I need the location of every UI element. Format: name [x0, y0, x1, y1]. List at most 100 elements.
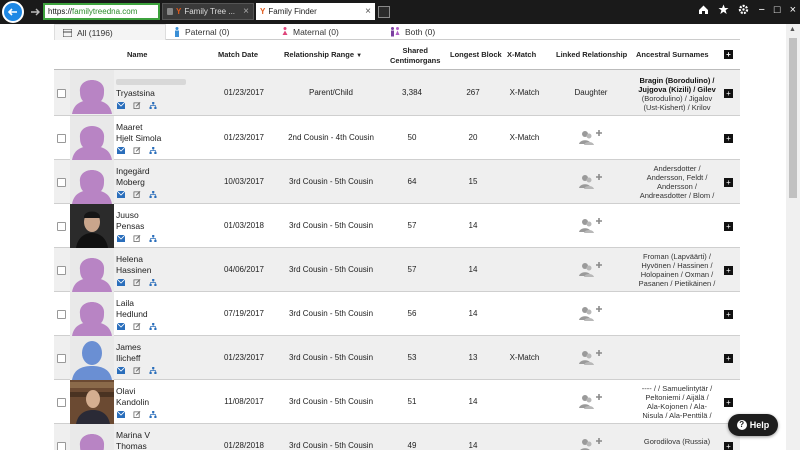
tab-maternal[interactable]: Maternal (0) [274, 24, 382, 40]
avatar[interactable] [70, 160, 114, 204]
tab-family-tree[interactable]: Y Family Tree ... × [162, 3, 254, 20]
link-relationship-icon[interactable] [578, 216, 604, 236]
row-checkbox[interactable] [57, 398, 66, 407]
col-longest-block[interactable]: Longest Block [450, 50, 502, 59]
link-relationship-icon[interactable] [578, 172, 604, 192]
note-icon[interactable] [133, 235, 141, 242]
row-checkbox[interactable] [57, 442, 66, 450]
link-relationship-icon[interactable] [578, 128, 604, 148]
expand-row-button[interactable]: + [724, 222, 733, 231]
match-name[interactable]: Marina V Thomas [116, 430, 150, 450]
row-checkbox[interactable] [57, 266, 66, 275]
family-tree-icon[interactable] [149, 235, 157, 242]
link-relationship-icon[interactable] [578, 436, 604, 450]
avatar[interactable] [70, 424, 114, 450]
row-checkbox[interactable] [57, 354, 66, 363]
note-icon[interactable] [133, 367, 141, 374]
col-name[interactable]: Name [127, 50, 147, 59]
note-icon[interactable] [133, 411, 141, 418]
family-tree-icon[interactable] [149, 279, 157, 286]
match-name[interactable]: Ingegärd Moberg [116, 166, 150, 188]
email-icon[interactable] [117, 323, 125, 330]
tab-family-finder[interactable]: Y Family Finder × [256, 3, 375, 20]
email-icon[interactable] [117, 411, 125, 418]
match-name[interactable]: Laila Hedlund [116, 298, 148, 320]
col-match-date[interactable]: Match Date [218, 50, 258, 59]
tab-both[interactable]: Both (0) [382, 24, 482, 40]
family-tree-icon[interactable] [149, 191, 157, 198]
link-relationship-icon[interactable] [578, 348, 604, 368]
tab-all[interactable]: All (1196) [54, 24, 166, 40]
note-icon[interactable] [133, 102, 141, 109]
expand-row-button[interactable]: + [724, 178, 733, 187]
arrow-right-icon[interactable] [28, 5, 42, 19]
match-name[interactable]: Juuso Pensas [116, 210, 144, 232]
avatar[interactable] [70, 336, 114, 380]
expand-row-button[interactable]: + [724, 134, 733, 143]
match-name[interactable]: Maaret Hjelt Simola [116, 122, 161, 144]
tab-close-icon[interactable]: × [365, 6, 371, 17]
expand-row-button[interactable]: + [724, 266, 733, 275]
email-icon[interactable] [117, 367, 125, 374]
maximize-button[interactable]: □ [774, 4, 781, 16]
new-tab-button[interactable] [378, 6, 390, 18]
family-tree-icon[interactable] [149, 147, 157, 154]
expand-row-button[interactable]: + [724, 310, 733, 319]
scroll-thumb[interactable] [789, 38, 797, 198]
scroll-up-icon[interactable]: ▲ [789, 26, 796, 33]
email-icon[interactable] [117, 102, 125, 109]
row-checkbox[interactable] [57, 222, 66, 231]
link-relationship-icon[interactable] [578, 392, 604, 412]
email-icon[interactable] [117, 147, 125, 154]
avatar[interactable] [70, 380, 114, 424]
family-tree-icon[interactable] [149, 411, 157, 418]
match-name[interactable]: Helena Hassinen [116, 254, 151, 276]
email-icon[interactable] [117, 191, 125, 198]
link-relationship-icon[interactable] [578, 260, 604, 280]
family-tree-icon[interactable] [149, 367, 157, 374]
email-icon[interactable] [117, 235, 125, 242]
avatar[interactable] [70, 70, 114, 114]
gear-icon[interactable] [738, 4, 749, 15]
expand-row-button[interactable]: + [724, 442, 733, 450]
match-name[interactable]: James Ilicheff [116, 342, 141, 364]
address-bar[interactable]: https://familytreedna.com [43, 3, 160, 20]
expand-row-button[interactable]: + [724, 398, 733, 407]
note-icon[interactable] [133, 323, 141, 330]
home-icon[interactable] [698, 4, 709, 15]
avatar[interactable] [70, 248, 114, 292]
star-icon[interactable] [718, 4, 729, 15]
tab-paternal[interactable]: Paternal (0) [166, 24, 274, 40]
row-checkbox[interactable] [57, 178, 66, 187]
back-button[interactable] [2, 1, 24, 23]
row-checkbox[interactable] [57, 89, 66, 98]
avatar[interactable] [70, 292, 114, 336]
expand-row-button[interactable]: + [724, 89, 733, 98]
tab-close-icon[interactable]: × [243, 6, 249, 17]
row-checkbox[interactable] [57, 310, 66, 319]
col-linked-relationship[interactable]: Linked Relationship [556, 50, 627, 59]
avatar[interactable] [70, 116, 114, 160]
email-icon[interactable] [117, 279, 125, 286]
note-icon[interactable] [133, 279, 141, 286]
shared-cm: 64 [407, 177, 417, 186]
minimize-button[interactable]: − [758, 4, 764, 16]
col-shared-cm[interactable]: Shared Centimorgans [390, 46, 440, 66]
expand-columns-button[interactable]: + [724, 50, 733, 59]
col-relationship-range[interactable]: Relationship Range ▼ [284, 50, 362, 59]
avatar[interactable] [70, 204, 114, 248]
match-name[interactable]: Olavi Kandolin [116, 386, 149, 408]
help-button[interactable]: ? Help [728, 414, 778, 436]
match-name[interactable]: Tryastsina [116, 77, 186, 99]
page-scrollbar[interactable]: ▲ [786, 24, 800, 450]
family-tree-icon[interactable] [149, 323, 157, 330]
family-tree-icon[interactable] [149, 102, 157, 109]
row-checkbox[interactable] [57, 134, 66, 143]
note-icon[interactable] [133, 147, 141, 154]
note-icon[interactable] [133, 191, 141, 198]
close-window-button[interactable]: × [790, 4, 796, 16]
expand-row-button[interactable]: + [724, 354, 733, 363]
col-x-match[interactable]: X-Match [507, 50, 536, 59]
link-relationship-icon[interactable] [578, 304, 604, 324]
col-ancestral-surnames[interactable]: Ancestral Surnames [636, 50, 709, 59]
